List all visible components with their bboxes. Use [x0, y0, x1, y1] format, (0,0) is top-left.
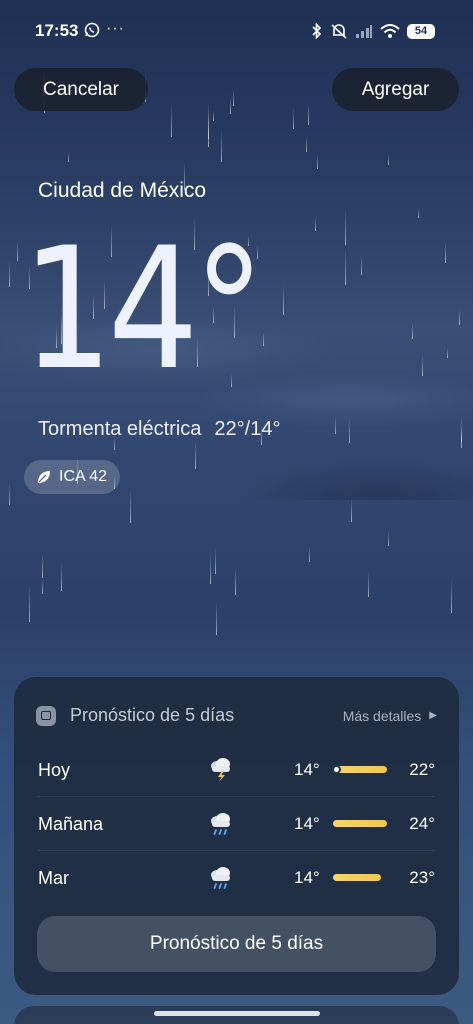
- status-time: 17:53: [35, 21, 79, 40]
- rain-streak: [451, 579, 452, 613]
- rain-streak: [308, 102, 309, 125]
- more-details-link[interactable]: Más detalles: [343, 708, 422, 724]
- rain-streak: [349, 418, 350, 443]
- current-temp-dot: [332, 765, 341, 774]
- rain-streak: [351, 498, 352, 522]
- rain-streak: [42, 578, 43, 594]
- add-button[interactable]: Agregar: [332, 68, 459, 111]
- forecast-row[interactable]: Mañana 14° 24°: [38, 797, 435, 851]
- city-name: Ciudad de México: [38, 179, 207, 202]
- rain-streak: [422, 355, 423, 376]
- rain-streak: [68, 152, 69, 162]
- temp-range: 22°/14°: [214, 418, 281, 440]
- rain-streak: [459, 309, 460, 325]
- aqi-label: ICA 42: [59, 468, 108, 485]
- rain-streak: [235, 567, 236, 595]
- rain-streak: [9, 261, 10, 287]
- forecast-high: 23°: [409, 868, 435, 887]
- home-indicator[interactable]: [154, 1011, 320, 1016]
- rain-streak: [263, 332, 264, 346]
- rain-streak: [61, 563, 62, 591]
- rain-streak: [208, 110, 209, 147]
- wifi-icon: [380, 24, 400, 38]
- rain-streak: [215, 548, 216, 574]
- temp-range-bar: [333, 820, 387, 827]
- temp-range-bar: [332, 765, 387, 774]
- forecast-header: Pronóstico de 5 días Más detalles ▶: [36, 705, 437, 726]
- forecast-low: 14°: [294, 814, 320, 833]
- rain-streak: [208, 102, 209, 139]
- forecast-low: 14°: [294, 868, 320, 887]
- rain-streak: [388, 532, 389, 546]
- chevron-right-icon: ▶: [429, 710, 437, 721]
- aqi-badge[interactable]: ICA 42: [24, 460, 121, 494]
- rain-streak: [195, 441, 196, 469]
- rain-streak: [216, 601, 217, 635]
- calendar-icon: [36, 705, 56, 726]
- forecast-high: 24°: [409, 814, 435, 833]
- rain-streak: [221, 130, 222, 162]
- temp-range-bar: [333, 874, 381, 881]
- rain-streak: [368, 572, 369, 597]
- rain-streak: [335, 417, 336, 434]
- battery-icon: 54: [407, 23, 435, 39]
- rain-streak: [447, 348, 448, 358]
- forecast-day: Mar: [38, 868, 69, 888]
- rain-streak: [345, 209, 346, 245]
- rain-streak: [283, 284, 284, 315]
- forecast-day: Mañana: [38, 814, 104, 834]
- rain-streak: [230, 95, 231, 114]
- more-notifications-icon: ···: [106, 20, 125, 37]
- rain-streak: [130, 489, 131, 523]
- rain-streak: [9, 483, 10, 505]
- rain-streak: [388, 154, 389, 165]
- bluetooth-icon: [312, 23, 322, 39]
- cancel-button[interactable]: Cancelar: [14, 68, 148, 111]
- rain-streak: [315, 217, 316, 231]
- rain-cloud-icon: [211, 867, 230, 889]
- rain-streak: [17, 241, 18, 261]
- rain-streak: [361, 256, 362, 275]
- rain-streak: [461, 428, 462, 442]
- forecast-high: 22°: [409, 760, 435, 779]
- leaf-icon: [38, 471, 50, 483]
- forecast-title: Pronóstico de 5 días: [70, 705, 235, 725]
- rain-streak: [171, 103, 172, 137]
- forecast-low: 14°: [294, 760, 320, 779]
- signal-icon: [356, 25, 372, 38]
- rain-streak: [461, 415, 462, 448]
- rain-streak: [306, 136, 307, 152]
- rain-streak: [418, 208, 419, 218]
- forecast-card: Pronóstico de 5 días Más detalles ▶ Hoy …: [14, 677, 459, 995]
- forecast-day: Hoy: [38, 760, 71, 780]
- rain-streak: [345, 249, 346, 285]
- current-temperature: 14°: [22, 211, 265, 407]
- five-day-forecast-button[interactable]: Pronóstico de 5 días: [37, 916, 436, 972]
- whatsapp-icon: [84, 22, 100, 38]
- rain-streak: [293, 108, 294, 129]
- rain-streak: [210, 554, 211, 584]
- rain-streak: [42, 552, 43, 578]
- rain-streak: [445, 241, 446, 263]
- status-bar: 17:53 ··· 54: [0, 0, 473, 62]
- forecast-row[interactable]: Mar 14° 23°: [38, 851, 435, 905]
- condition-line: Tormenta eléctrica 22°/14°: [38, 418, 280, 441]
- rain-streak: [29, 585, 30, 622]
- mute-icon: [331, 24, 347, 39]
- rain-cloud-icon: [211, 813, 230, 835]
- condition-text: Tormenta eléctrica: [38, 418, 202, 440]
- rain-streak: [317, 154, 318, 169]
- rain-streak: [213, 110, 214, 121]
- forecast-row[interactable]: Hoy 14° 22°: [38, 743, 435, 797]
- rain-streak: [233, 89, 234, 106]
- thunderstorm-icon: [211, 758, 230, 782]
- rain-streak: [309, 546, 310, 562]
- rain-streak: [412, 323, 413, 339]
